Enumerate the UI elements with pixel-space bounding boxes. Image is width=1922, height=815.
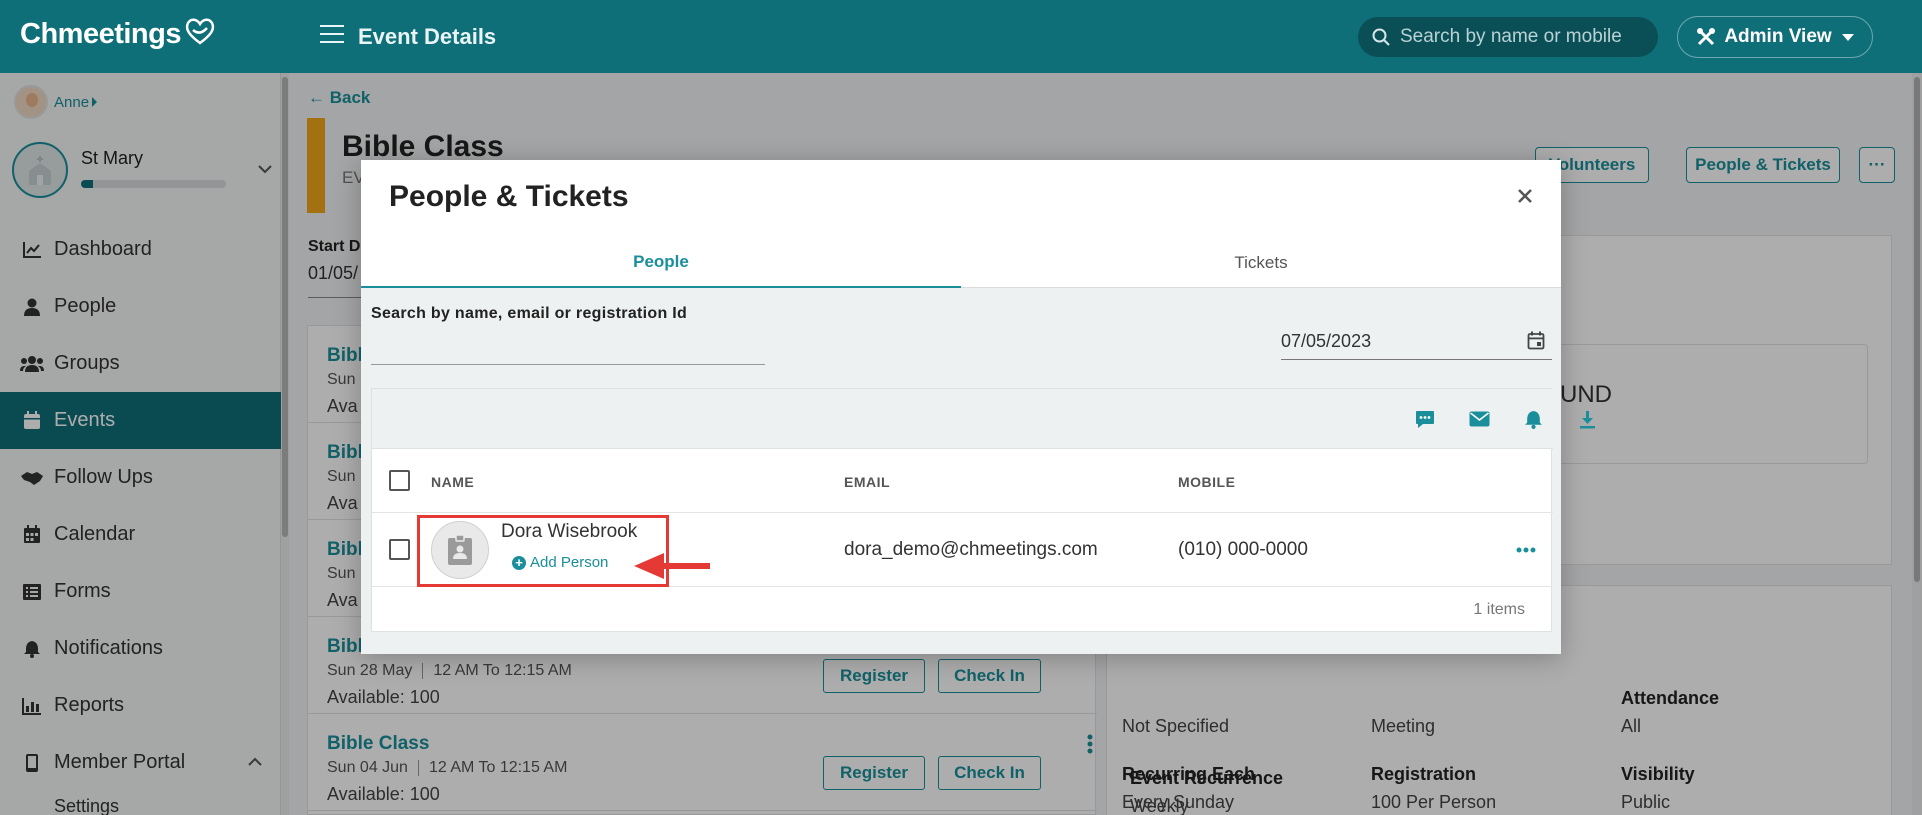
row-checkbox[interactable] — [389, 539, 410, 560]
global-search-input[interactable] — [1400, 26, 1650, 48]
search-input[interactable] — [371, 332, 765, 362]
date-field[interactable] — [1281, 324, 1521, 358]
table-footer: 1 items — [372, 587, 1553, 633]
calendar-picker-icon[interactable] — [1527, 331, 1545, 350]
app-logo[interactable]: Chmeetings — [20, 18, 217, 51]
modal-title: People & Tickets — [389, 180, 629, 213]
logo-heart-icon — [185, 18, 215, 45]
table-row[interactable]: Dora Wisebrook + Add Person dora_demo@ch… — [372, 513, 1553, 587]
column-name-header[interactable]: NAME — [431, 474, 474, 490]
sms-icon[interactable] — [1412, 406, 1438, 432]
table-toolbar — [372, 389, 1595, 449]
people-table: NAME EMAIL MOBILE Dora Wisebrook + Add P… — [371, 388, 1595, 633]
bell-icon[interactable] — [1520, 406, 1546, 432]
chevron-down-icon — [1841, 33, 1854, 41]
items-count: 1 items — [1473, 601, 1525, 618]
modal-tabs: People Tickets — [361, 238, 1561, 288]
modal-body: Search by name, email or registration Id — [361, 288, 1595, 654]
person-email: dora_demo@chmeetings.com — [844, 539, 1098, 560]
download-icon[interactable] — [1574, 406, 1600, 432]
person-mobile: (010) 000-0000 — [1178, 539, 1308, 560]
column-mobile-header[interactable]: MOBILE — [1178, 474, 1235, 490]
tools-icon — [1697, 28, 1716, 46]
select-all-checkbox[interactable] — [389, 470, 410, 491]
top-bar: Chmeetings Event Details Admin View — [0, 0, 1922, 73]
tab-people[interactable]: People — [361, 238, 961, 288]
close-icon[interactable] — [1513, 184, 1537, 208]
table-header: NAME EMAIL MOBILE — [372, 449, 1553, 513]
search-label: Search by name, email or registration Id — [371, 305, 688, 322]
more-horizontal-icon[interactable] — [1516, 547, 1536, 553]
menu-toggle-icon[interactable] — [320, 25, 344, 45]
people-tickets-modal: People & Tickets People Tickets Search b… — [361, 160, 1595, 654]
global-search[interactable] — [1358, 17, 1658, 57]
column-email-header[interactable]: EMAIL — [844, 474, 890, 490]
page-title: Event Details — [358, 24, 497, 49]
search-icon — [1372, 28, 1390, 46]
email-icon[interactable] — [1466, 406, 1492, 432]
annotation-arrow-icon — [634, 553, 710, 579]
admin-view-button[interactable]: Admin View — [1677, 16, 1873, 58]
tab-tickets[interactable]: Tickets — [961, 238, 1561, 288]
